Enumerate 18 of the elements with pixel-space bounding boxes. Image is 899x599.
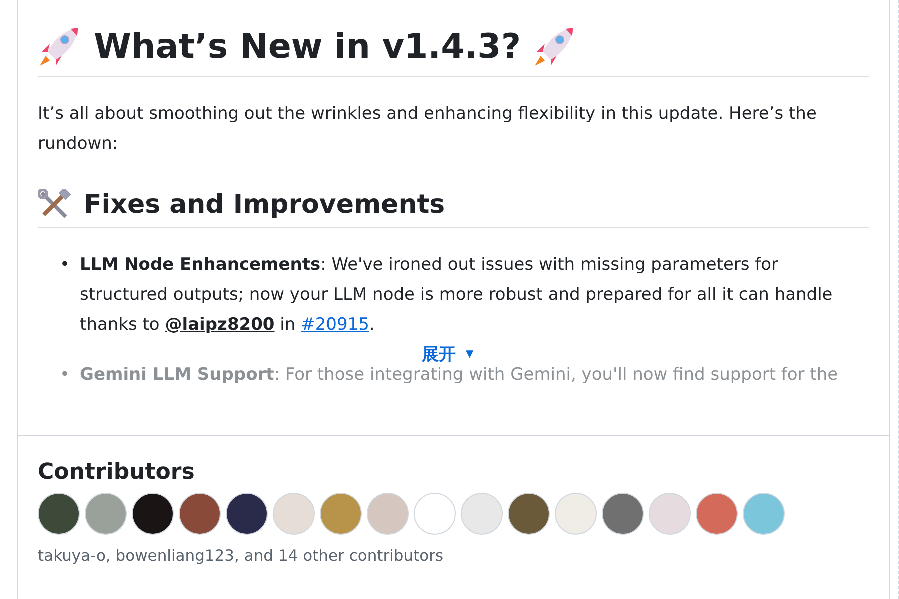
bullet: • [60, 364, 70, 387]
pull-request-link[interactable]: #20915 [301, 315, 370, 335]
contributors-heading: Contributors [38, 460, 196, 485]
avatar[interactable] [38, 493, 80, 535]
bullet: • [60, 254, 70, 277]
contributors-summary: takuya-o, bowenliang123, and 14 other contributors [38, 547, 445, 565]
release-title: What’s New in v1.4.3? [94, 27, 522, 67]
section-heading: Fixes and Improvements [84, 190, 446, 220]
avatar[interactable] [508, 493, 550, 535]
list-item-text: LLM Node Enhancements: We've ironed out issues with missing parameters for structured outputs; now your LLM node is more robust and prepared for all it can handle thanks to @laipz8200 in #20915. [80, 254, 834, 337]
mention-link[interactable]: @laipz8200 [165, 315, 275, 335]
avatar[interactable] [132, 493, 174, 535]
hammer-and-wrench-icon [38, 189, 72, 221]
expand-button[interactable]: 展开 ▼ [422, 343, 474, 366]
list-item-text: Gemini LLM Support: For those integrating with Gemini, you'll now find support for the [80, 364, 840, 387]
avatar[interactable] [179, 493, 221, 535]
intro-paragraph: It’s all about smoothing out the wrinkles and enhancing flexibility in this update. Here’s the rundown: [38, 103, 818, 156]
avatar[interactable] [226, 493, 268, 535]
